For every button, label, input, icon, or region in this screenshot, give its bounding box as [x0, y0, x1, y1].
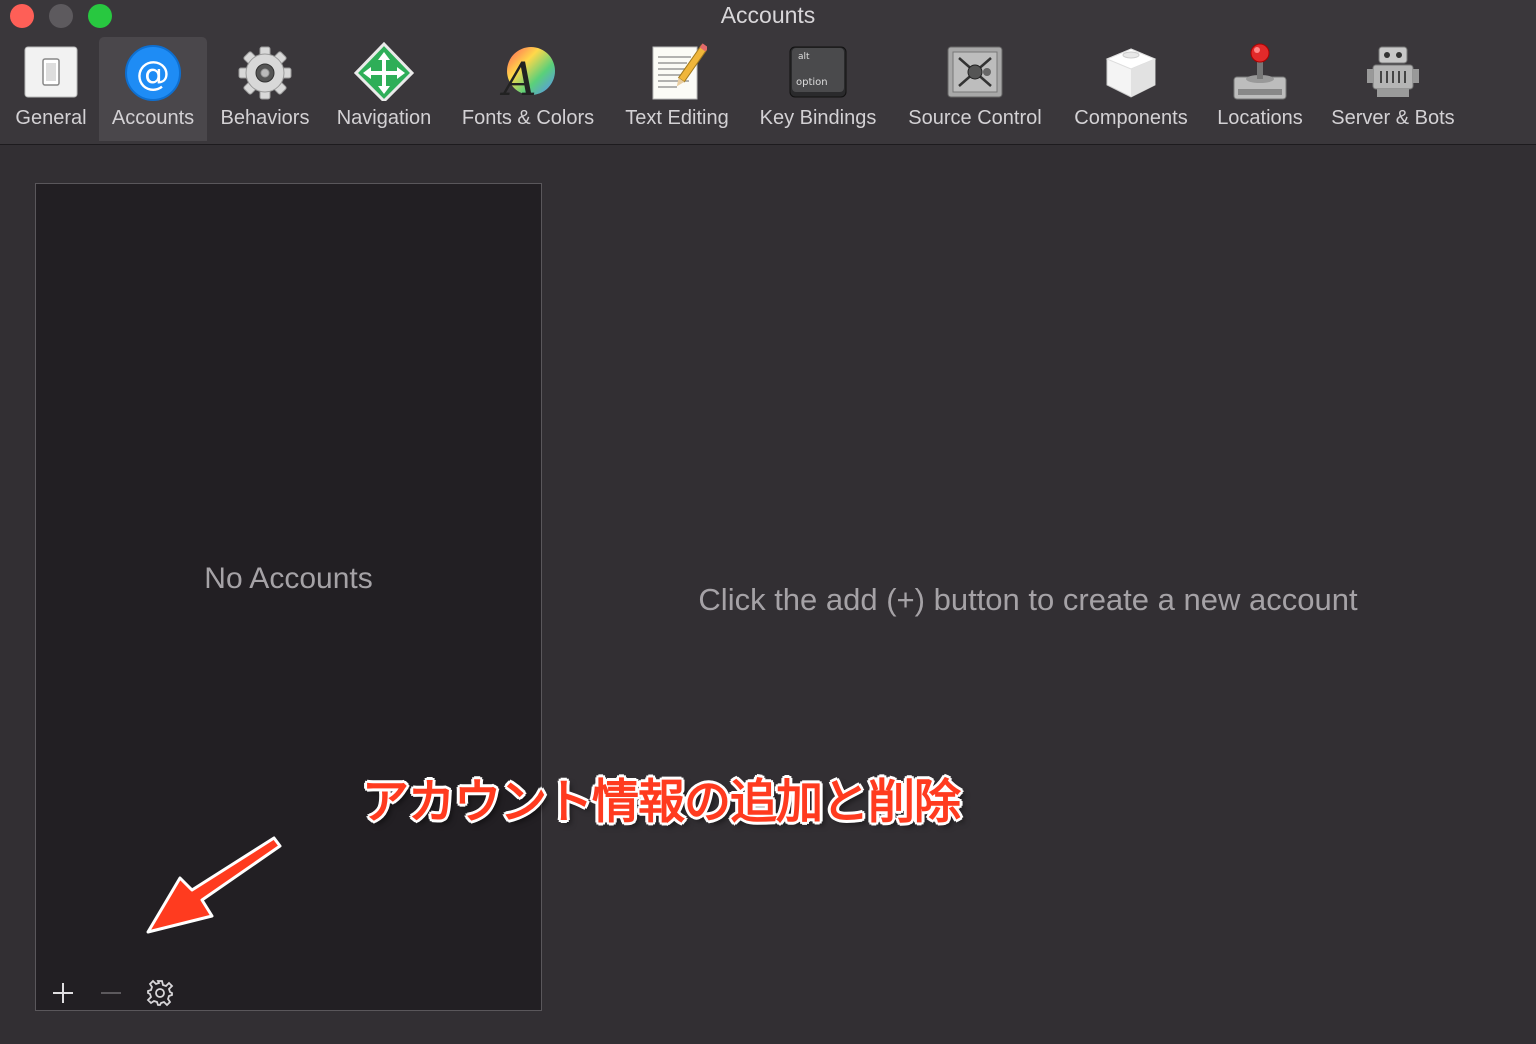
tab-general[interactable]: General — [4, 37, 98, 141]
add-account-button[interactable] — [48, 978, 78, 1008]
window-titlebar: Accounts General @ Accounts Behaviors Na… — [0, 0, 1536, 145]
tab-navigation[interactable]: Navigation — [324, 37, 444, 141]
empty-list-text: No Accounts — [204, 562, 373, 595]
at-sign-icon: @ — [125, 45, 181, 101]
tab-locations[interactable]: Locations — [1206, 37, 1314, 141]
tab-source-control[interactable]: Source Control — [895, 37, 1055, 141]
tab-label: Fonts & Colors — [461, 107, 595, 129]
svg-text:@: @ — [136, 54, 170, 94]
empty-detail-text: Click the add (+) button to create a new… — [698, 582, 1358, 617]
option-key-icon: alt option — [789, 46, 847, 98]
svg-text:option: option — [796, 77, 828, 88]
tab-key-bindings[interactable]: alt option Key Bindings — [748, 37, 888, 141]
svg-text:alt: alt — [798, 52, 810, 62]
safe-icon — [947, 46, 1003, 98]
tab-components[interactable]: Components — [1062, 37, 1200, 141]
tab-label: Text Editing — [625, 107, 729, 129]
navigation-arrows-icon — [354, 41, 414, 101]
tab-label: Locations — [1217, 107, 1303, 129]
window-title: Accounts — [720, 2, 816, 28]
tab-text-editing[interactable]: Text Editing — [614, 37, 740, 141]
tab-fonts-colors[interactable]: A Fonts & Colors — [450, 37, 606, 141]
annotation-callout: アカウント情報の追加と削除 — [362, 775, 961, 830]
tab-accounts[interactable]: @ Accounts — [99, 37, 207, 141]
tab-server-bots[interactable]: Server & Bots — [1320, 37, 1466, 141]
account-settings-button[interactable] — [145, 978, 175, 1008]
notepad-pencil-icon — [652, 43, 707, 100]
tab-label: Source Control — [908, 107, 1042, 129]
robot-icon — [1367, 46, 1419, 97]
remove-account-button[interactable] — [96, 978, 126, 1008]
gear-icon — [238, 46, 292, 100]
tab-label: Key Bindings — [759, 107, 877, 129]
tab-behaviors[interactable]: Behaviors — [212, 37, 318, 141]
tab-label: General — [15, 107, 87, 129]
minus-icon — [101, 992, 121, 994]
tab-label: Server & Bots — [1331, 107, 1455, 129]
plus-icon — [53, 983, 73, 1003]
tab-label: Components — [1074, 107, 1188, 129]
component-box-icon — [1105, 48, 1157, 98]
gear-icon — [146, 979, 174, 1007]
svg-text:A: A — [499, 52, 536, 101]
tab-label: Navigation — [336, 107, 432, 129]
joystick-drive-icon — [1233, 43, 1287, 100]
tab-label: Behaviors — [220, 107, 310, 129]
switch-icon — [24, 46, 78, 98]
font-color-wheel-icon: A — [499, 47, 555, 101]
annotation-arrow-icon — [146, 836, 282, 934]
tab-label: Accounts — [111, 107, 195, 129]
